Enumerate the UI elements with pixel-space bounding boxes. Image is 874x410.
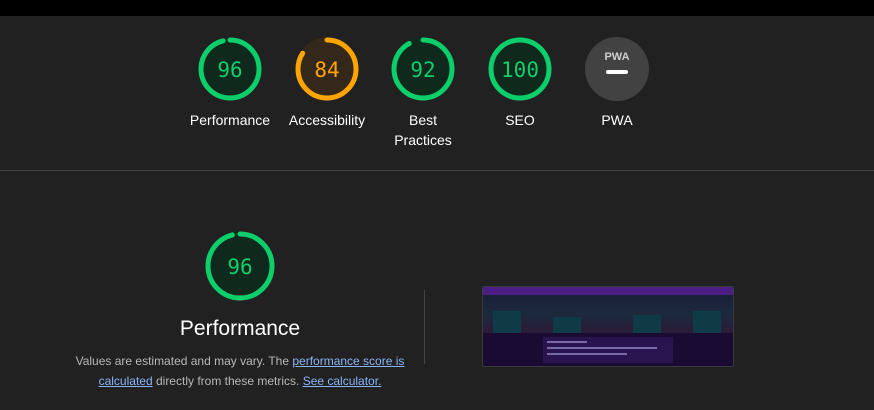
gauge-performance-ring: 96: [198, 37, 262, 101]
gauge-pwa[interactable]: PWA PWA: [572, 36, 662, 130]
perf-desc-text-2: directly from these metrics.: [152, 374, 303, 388]
gauge-performance-score: 96: [217, 58, 242, 82]
gauge-performance[interactable]: 96 Performance: [185, 36, 275, 130]
page-screenshot-thumbnail[interactable]: [482, 286, 734, 367]
gauge-accessibility-ring: 84: [295, 37, 359, 101]
gauge-best-practices-label: Best Practices: [394, 112, 452, 148]
top-bar: [0, 0, 874, 16]
score-gauges: 96 Performance 84 Accessibility 92 Best …: [0, 16, 874, 171]
see-calculator-link[interactable]: See calculator.: [303, 374, 382, 388]
performance-large-score: 96: [227, 255, 252, 279]
perf-desc-text-1: Values are estimated and may vary. The: [75, 354, 293, 368]
section-divider: [0, 170, 874, 171]
pwa-badge-text: PWA: [604, 51, 629, 63]
gauge-best-practices-ring: 92: [391, 37, 455, 101]
gauge-seo-label: SEO: [505, 112, 535, 128]
thumbnail-body: [483, 333, 733, 366]
gauge-accessibility-score: 84: [314, 58, 339, 82]
gauge-accessibility[interactable]: 84 Accessibility: [282, 36, 372, 130]
pwa-badge-icon: PWA: [585, 37, 649, 101]
gauge-seo[interactable]: 100 SEO: [475, 36, 565, 130]
thumbnail-hero: [483, 295, 733, 333]
gauge-performance-label: Performance: [189, 112, 271, 128]
performance-summary: 96 Performance Values are estimated and …: [60, 230, 420, 391]
performance-description: Values are estimated and may vary. The p…: [60, 351, 420, 391]
vertical-divider: [424, 290, 425, 364]
gauge-seo-ring: 100: [488, 37, 552, 101]
gauge-seo-score: 100: [501, 58, 539, 82]
gauge-best-practices-score: 92: [410, 58, 435, 82]
gauge-pwa-label: PWA: [601, 112, 633, 128]
performance-title: Performance: [179, 317, 301, 340]
gauge-accessibility-label: Accessibility: [288, 112, 366, 128]
gauge-best-practices[interactable]: 92 Best Practices: [378, 36, 468, 150]
performance-large-gauge: 96: [205, 231, 275, 301]
thumbnail-navbar: [483, 287, 733, 295]
